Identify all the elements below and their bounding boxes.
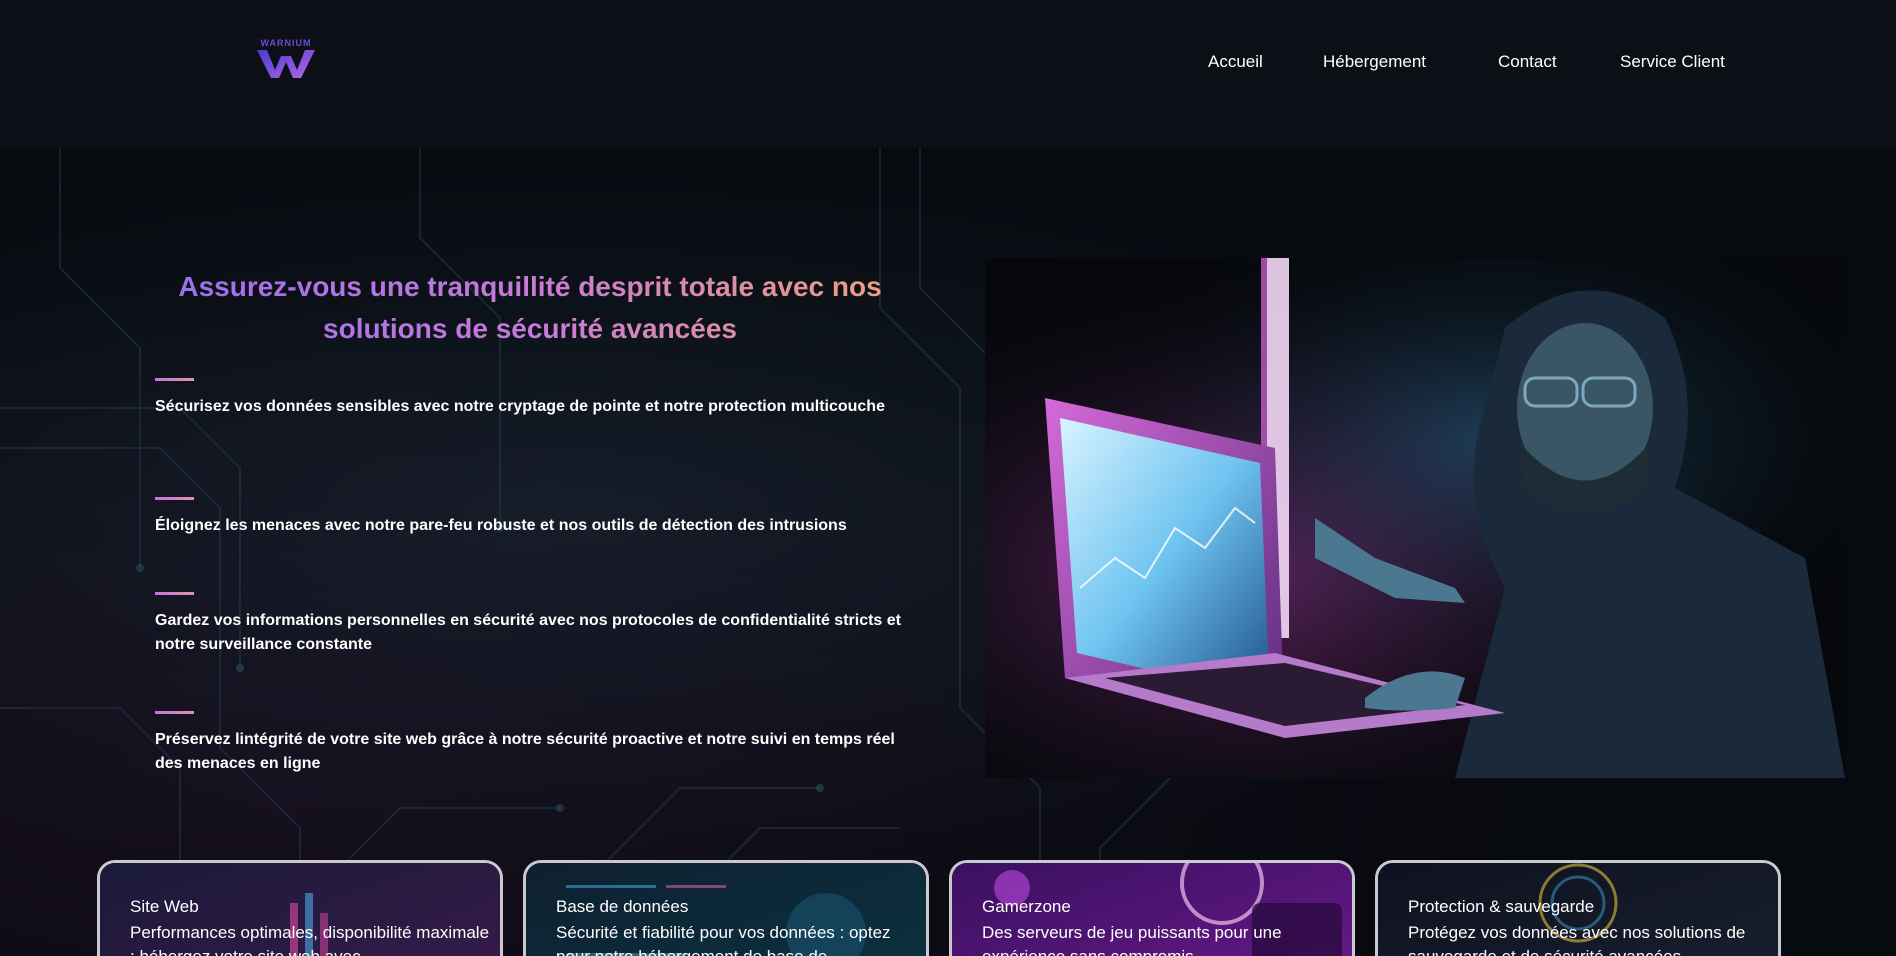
card-description: Des serveurs de jeu puissants pour une e…	[982, 923, 1282, 956]
w-logo-icon	[257, 50, 315, 78]
nav-hebergement[interactable]: Hébergement	[1323, 52, 1426, 72]
top-navbar: WARNIUM Accueil Hébergement Contact Serv…	[0, 0, 1896, 148]
feature-accent-bar	[155, 711, 194, 714]
feature-item: Gardez vos informations personnelles en …	[155, 592, 915, 657]
card-title: Gamerzone	[982, 897, 1071, 916]
nav-accueil[interactable]: Accueil	[1208, 52, 1263, 72]
feature-item: Préservez lintégrité de votre site web g…	[155, 711, 915, 776]
card-title: Base de données	[556, 897, 689, 916]
feature-text: Sécurisez vos données sensibles avec not…	[155, 398, 885, 415]
nav-service-client[interactable]: Service Client	[1620, 52, 1725, 72]
service-card-base-de-donnees[interactable]: Base de données Sécurité et fiabilité po…	[523, 860, 929, 956]
nav-contact[interactable]: Contact	[1498, 52, 1557, 72]
card-description: Performances optimales, disponibilité ma…	[130, 923, 490, 956]
feature-item: Sécurisez vos données sensibles avec not…	[155, 378, 915, 419]
feature-text: Éloignez les menaces avec notre pare-feu…	[155, 517, 847, 534]
headline-line-1: Assurez-vous une tranquillité desprit to…	[178, 271, 882, 302]
hero-section: Assurez-vous une tranquillité desprit to…	[0, 148, 1896, 956]
hero-photo-hacker-laptop	[985, 258, 1845, 778]
headline-line-2: solutions de sécurité avancées	[323, 313, 737, 344]
feature-text: Gardez vos informations personnelles en …	[155, 612, 901, 653]
feature-text: Préservez lintégrité de votre site web g…	[155, 731, 895, 772]
feature-accent-bar	[155, 378, 194, 381]
service-card-site-web[interactable]: Site Web Performances optimales, disponi…	[97, 860, 503, 956]
card-description: Protégez vos données avec nos solutions …	[1408, 923, 1746, 956]
feature-item: Éloignez les menaces avec notre pare-feu…	[155, 497, 915, 538]
warnium-logo[interactable]: WARNIUM	[253, 38, 319, 82]
service-card-gamerzone[interactable]: Gamerzone Des serveurs de jeu puissants …	[949, 860, 1355, 956]
feature-accent-bar	[155, 497, 194, 500]
card-title: Site Web	[130, 897, 199, 916]
service-card-protection-sauvegarde[interactable]: Protection & sauvegarde Protégez vos don…	[1375, 860, 1781, 956]
hero-headline: Assurez-vous une tranquillité desprit to…	[150, 266, 910, 350]
feature-accent-bar	[155, 592, 194, 595]
card-description: Sécurité et fiabilité pour vos données :…	[556, 923, 891, 956]
card-title: Protection & sauvegarde	[1408, 897, 1595, 916]
